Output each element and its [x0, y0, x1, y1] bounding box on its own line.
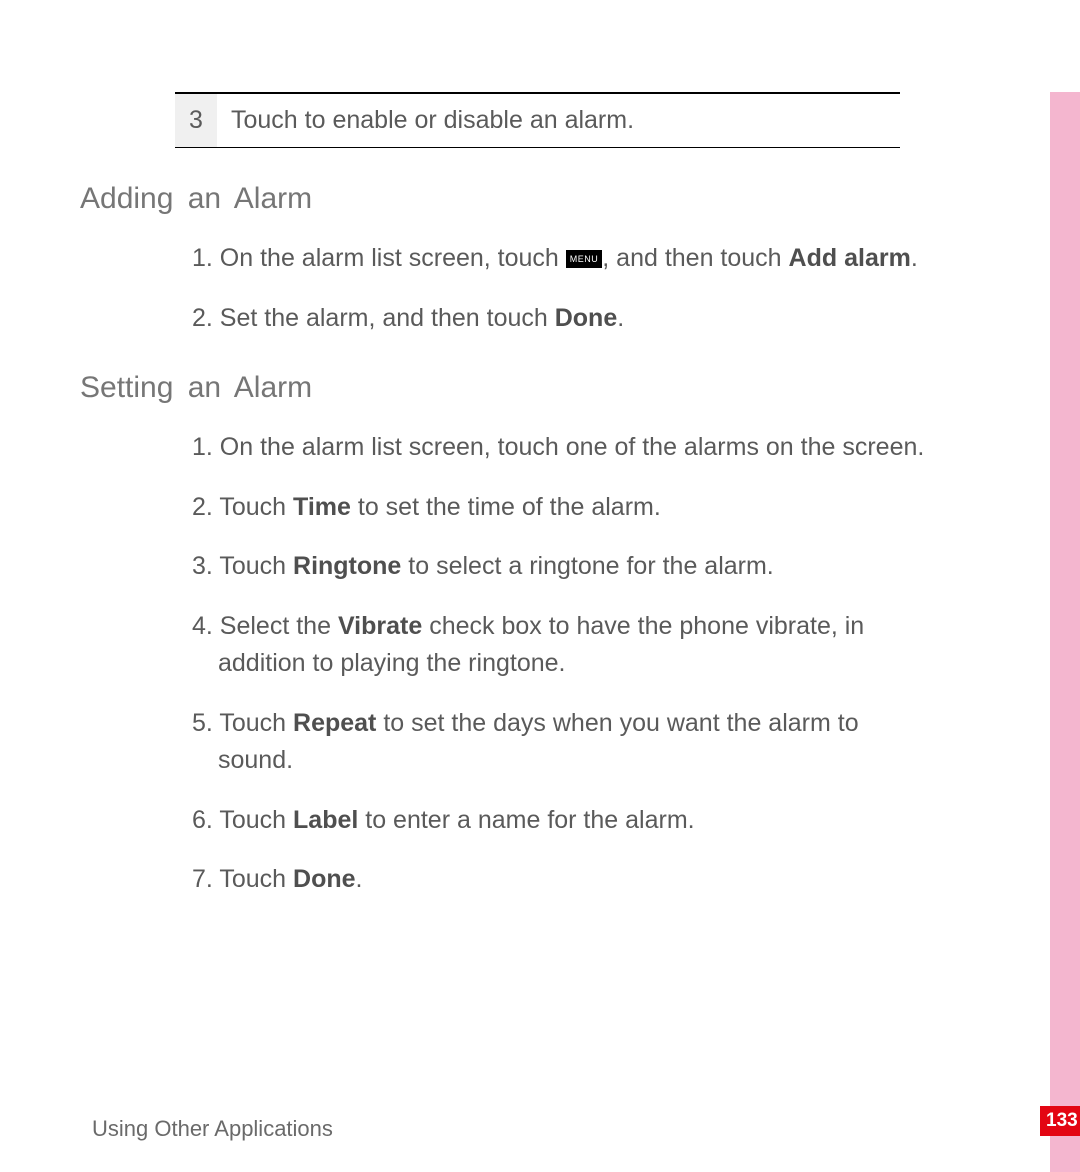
table-row: 3 Touch to enable or disable an alarm. [175, 92, 900, 148]
side-strip: 133 [1050, 92, 1080, 1172]
text-run: Touch [219, 552, 293, 580]
table-row-number: 3 [175, 94, 217, 147]
list-item: 4. Select the Vibrate check box to have … [80, 608, 990, 683]
menu-icon: MENU [566, 250, 603, 268]
list-item-prefix: 3. [192, 552, 219, 580]
text-run: . [911, 244, 918, 272]
text-run: On the alarm list screen, touch one of t… [220, 433, 925, 461]
list-item: 1. On the alarm list screen, touch MENU,… [80, 240, 990, 278]
list-item-prefix: 2. [192, 493, 219, 521]
page-number: 133 [1040, 1106, 1080, 1136]
text-run: On the alarm list screen, touch [220, 244, 566, 272]
list-item: 5. Touch Repeat to set the days when you… [80, 705, 990, 780]
list-item-prefix: 5. [192, 709, 219, 737]
text-run: to set the time of the alarm. [351, 493, 661, 521]
bold-text: Ringtone [293, 552, 401, 580]
section-heading: Setting an Alarm [80, 371, 990, 405]
page-content: 3 Touch to enable or disable an alarm. A… [0, 92, 1080, 899]
text-run: Touch [219, 493, 293, 521]
text-run: Touch [219, 806, 293, 834]
section-heading: Adding an Alarm [80, 182, 990, 216]
text-run: Select the [220, 612, 338, 640]
list-item: 7. Touch Done. [80, 861, 990, 899]
footer-text: Using Other Applications [92, 1116, 333, 1142]
text-run: , and then touch [602, 244, 788, 272]
sections-container: Adding an Alarm 1. On the alarm list scre… [80, 182, 990, 899]
bold-text: Done [293, 865, 356, 893]
list-item-prefix: 7. [192, 865, 219, 893]
list-item: 3. Touch Ringtone to select a ringtone f… [80, 548, 990, 586]
list-item-prefix: 1. [192, 433, 220, 461]
bold-text: Done [555, 304, 618, 332]
text-run: Touch [219, 865, 293, 893]
table-row-text: Touch to enable or disable an alarm. [217, 94, 648, 147]
text-run: Set the alarm, and then touch [220, 304, 555, 332]
list-item: 2. Touch Time to set the time of the ala… [80, 489, 990, 527]
bold-text: Vibrate [338, 612, 422, 640]
list-item-prefix: 6. [192, 806, 219, 834]
bold-text: Label [293, 806, 358, 834]
list-item-prefix: 2. [192, 304, 220, 332]
text-run: to select a ringtone for the alarm. [401, 552, 773, 580]
text-run: . [617, 304, 624, 332]
text-run: Touch [219, 709, 293, 737]
list-item: 1. On the alarm list screen, touch one o… [80, 429, 990, 467]
bold-text: Repeat [293, 709, 376, 737]
list-item-prefix: 1. [192, 244, 220, 272]
text-run: to enter a name for the alarm. [358, 806, 694, 834]
list-item: 6. Touch Label to enter a name for the a… [80, 802, 990, 840]
bold-text: Time [293, 493, 351, 521]
text-run: . [356, 865, 363, 893]
list-item-prefix: 4. [192, 612, 220, 640]
list-item: 2. Set the alarm, and then touch Done. [80, 300, 990, 338]
bold-text: Add alarm [789, 244, 911, 272]
